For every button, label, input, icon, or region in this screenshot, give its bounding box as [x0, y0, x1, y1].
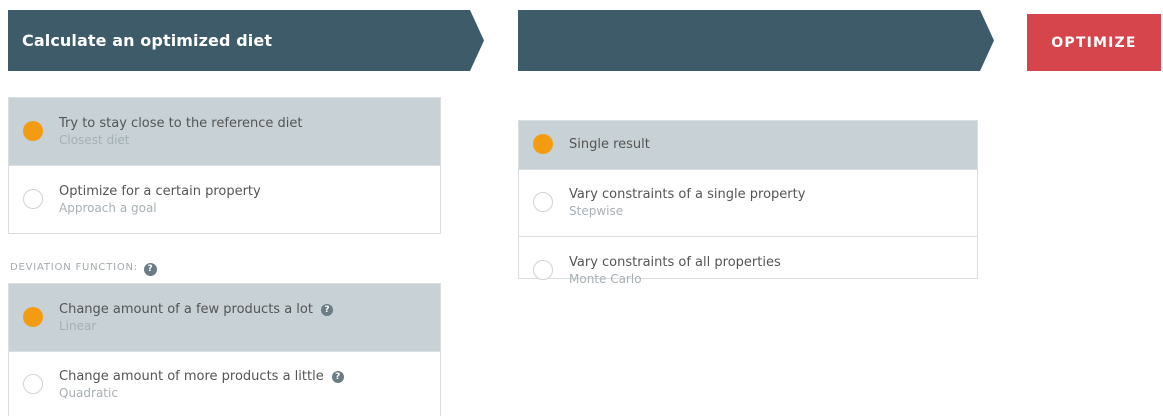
deviation-option-group: Change amount of a few products a lot? L…	[8, 283, 441, 416]
option-label: Change amount of more products a little?	[59, 369, 344, 385]
radio-selected-icon[interactable]	[23, 120, 43, 141]
option-sublabel: Approach a goal	[59, 200, 157, 215]
option-label: Vary constraints of all properties	[569, 254, 781, 270]
option-sublabel: Quadratic	[59, 385, 118, 400]
question-circle-icon[interactable]: ?	[143, 263, 157, 276]
goal-option-approach-goal[interactable]: Optimize for a certain property Approach…	[9, 166, 440, 233]
goal-option-closest-diet[interactable]: Try to stay close to the reference diet …	[9, 98, 440, 166]
page-title: Calculate an optimized diet	[22, 31, 273, 50]
result-option-monte-carlo[interactable]: Vary constraints of all properties Monte …	[519, 237, 977, 304]
optimize-button[interactable]: OPTIMIZE	[1027, 14, 1161, 71]
option-sublabel: Stepwise	[569, 204, 624, 218]
radio-selected-icon[interactable]	[533, 134, 553, 154]
radio-unselected-icon[interactable]	[23, 188, 43, 209]
option-label: Optimize for a certain property	[59, 183, 261, 199]
radio-unselected-icon[interactable]	[533, 259, 553, 280]
question-circle-icon[interactable]: ?	[331, 370, 344, 383]
goal-option-group: Try to stay close to the reference diet …	[8, 97, 441, 234]
header-middle-banner	[518, 10, 994, 71]
option-label: Vary constraints of a single property	[569, 187, 806, 202]
option-label: Try to stay close to the reference diet	[59, 115, 303, 131]
result-option-single-result[interactable]: Single result	[519, 121, 977, 170]
option-sublabel: Closest diet	[59, 132, 130, 147]
option-label: Single result	[569, 137, 650, 152]
result-option-stepwise[interactable]: Vary constraints of a single property Ste…	[519, 170, 977, 237]
radio-unselected-icon[interactable]	[533, 192, 553, 212]
option-label: Change amount of a few products a lot?	[59, 302, 333, 318]
option-sublabel: Monte Carlo	[569, 271, 642, 286]
deviation-option-quadratic[interactable]: Change amount of more products a little?…	[9, 352, 440, 417]
deviation-function-label: DEVIATION FUNCTION:?	[10, 262, 157, 276]
deviation-option-linear[interactable]: Change amount of a few products a lot? L…	[9, 284, 440, 352]
radio-selected-icon[interactable]	[23, 306, 43, 327]
option-sublabel: Linear	[59, 318, 97, 333]
radio-unselected-icon[interactable]	[23, 373, 43, 394]
header-left-banner: Calculate an optimized diet	[8, 10, 484, 71]
result-option-group: Single result Vary constraints of a singl…	[518, 120, 978, 286]
question-circle-icon[interactable]: ?	[320, 303, 333, 316]
